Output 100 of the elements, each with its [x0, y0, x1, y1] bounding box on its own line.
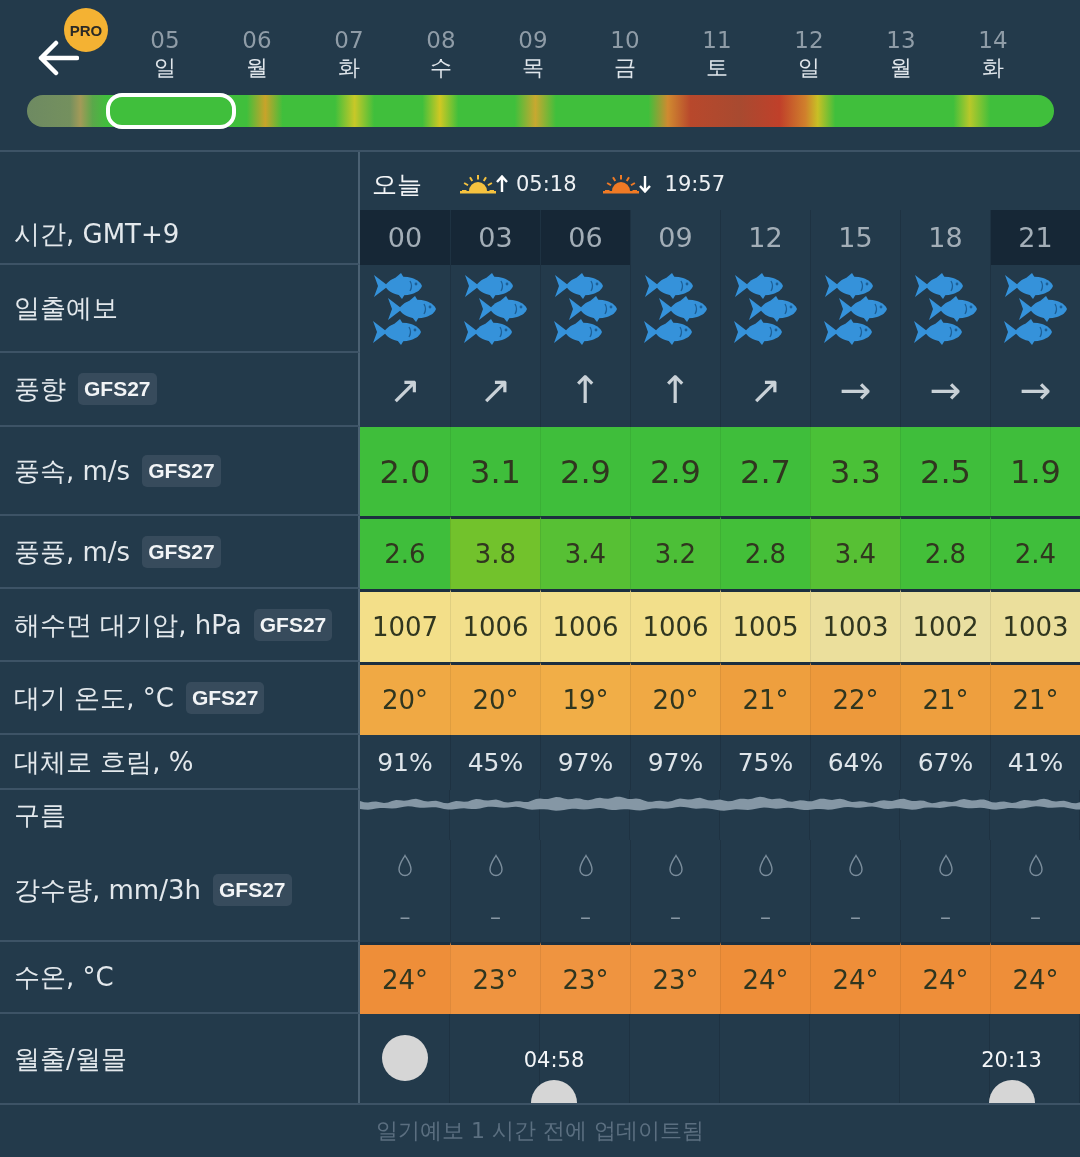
row-label: 구름	[14, 799, 66, 832]
table-cell: 2.8	[900, 516, 990, 589]
model-tag: GFS27	[185, 681, 265, 714]
table-cell: 64%	[810, 735, 900, 790]
day-tab[interactable]: 12 일	[763, 26, 855, 82]
row-label: 일출예보	[14, 292, 118, 325]
row-label: 풍향	[14, 373, 66, 406]
precipitation-amount: –	[670, 905, 681, 929]
table-cell: 20°	[450, 662, 540, 735]
precipitation-amount: –	[399, 905, 411, 929]
wind-direction-arrow: ↑	[569, 368, 602, 412]
moonset-time: 20:13	[981, 1047, 1042, 1074]
table-cell: 2.0	[360, 427, 450, 516]
raindrop-icon	[757, 854, 774, 878]
precipitation-amount: –	[1030, 905, 1041, 929]
row-label: 강수량, mm/3h	[14, 874, 201, 907]
table-cell: 41%	[990, 735, 1080, 790]
row-label: 대체로 흐림, %	[14, 745, 194, 779]
day-tab[interactable]: 05 일	[119, 26, 211, 82]
hour-cell: 06	[540, 210, 630, 265]
row-label: 수온, °C	[14, 961, 114, 994]
sunrise-time: 05:18	[516, 172, 577, 196]
raindrop-icon	[1027, 854, 1044, 878]
table-cell: 1006	[450, 589, 540, 662]
table-cell: 67%	[900, 735, 990, 790]
precipitation-amount: –	[850, 905, 861, 929]
table-cell: 24°	[720, 942, 810, 1014]
table-cell: 1003	[990, 589, 1080, 662]
wind-forecast-strip[interactable]	[27, 95, 1054, 127]
raindrop-icon	[487, 854, 504, 878]
table-cell: 23°	[630, 942, 720, 1014]
row-label: 풍풍, m/s	[14, 535, 131, 569]
table-cell: 24°	[900, 942, 990, 1014]
table-cell: 23°	[540, 942, 630, 1014]
table-cell: 21°	[990, 662, 1080, 735]
precipitation-amount: –	[760, 905, 771, 929]
raindrop-icon	[667, 854, 684, 878]
wind-direction-arrow: ↗	[479, 368, 512, 412]
moonrise-time: 04:58	[523, 1047, 585, 1074]
table-cell: 24°	[810, 942, 900, 1014]
wind-direction-arrow: ↑	[659, 368, 692, 412]
wind-direction-arrow: →	[1019, 368, 1052, 412]
day-tab[interactable]: 10 금	[579, 26, 671, 82]
table-cell: 2.5	[900, 427, 990, 516]
fish-school-icon	[823, 273, 888, 345]
model-tag: GFS27	[142, 535, 221, 568]
raindrop-icon	[397, 854, 413, 878]
model-tag: GFS27	[212, 874, 292, 906]
hour-cell: 00	[360, 210, 450, 265]
precipitation-amount: –	[940, 905, 951, 929]
row-label: 해수면 대기압, hPa	[14, 608, 242, 642]
wind-direction-arrow: ↗	[749, 368, 782, 412]
fish-school-icon	[733, 273, 798, 345]
fish-school-icon	[553, 273, 618, 345]
row-label: 풍속, m/s	[14, 454, 131, 488]
wind-direction-arrow: ↗	[389, 368, 421, 412]
raindrop-icon	[847, 854, 864, 878]
down-arrow-icon	[638, 175, 651, 193]
table-cell: 2.7	[720, 427, 810, 516]
table-cell: 3.4	[540, 516, 630, 589]
model-tag: GFS27	[253, 608, 333, 641]
table-cell: 1006	[540, 589, 630, 662]
fish-school-icon	[1003, 273, 1068, 345]
table-cell: 21°	[900, 662, 990, 735]
sunrise-icon	[460, 173, 496, 195]
fish-school-icon	[463, 273, 528, 345]
day-tab[interactable]: 06 월	[211, 26, 303, 82]
table-cell: 2.9	[540, 427, 630, 516]
model-tag: GFS27	[78, 373, 157, 405]
sunset-time: 19:57	[664, 172, 726, 196]
pro-badge[interactable]: PRO	[64, 8, 108, 52]
day-tab[interactable]: 08 수	[395, 26, 487, 82]
table-cell: 3.4	[810, 516, 900, 589]
table-cell: 1005	[720, 589, 810, 662]
day-tab[interactable]: 13 월	[855, 26, 947, 82]
moon-icon	[382, 1035, 428, 1081]
table-cell: 2.8	[720, 516, 810, 589]
moon-horizon-icon	[531, 1080, 577, 1103]
hour-cell: 03	[450, 210, 540, 265]
table-cell: 1007	[360, 589, 450, 662]
up-arrow-icon	[496, 175, 508, 193]
table-cell-text: 91%	[376, 747, 434, 779]
today-label: 오늘	[372, 168, 422, 201]
table-cell: 20°	[630, 662, 720, 735]
table-cell: 21°	[720, 662, 810, 735]
day-tab[interactable]: 11 토	[671, 26, 763, 82]
table-cell: 23°	[450, 942, 540, 1014]
wind-direction-arrow: →	[839, 368, 872, 412]
table-cell: 75%	[720, 735, 810, 790]
raindrop-icon	[577, 854, 594, 878]
table-cell: 1002	[900, 589, 990, 662]
fish-school-icon	[913, 273, 978, 345]
day-tab[interactable]: 07 화	[303, 26, 395, 82]
table-cell: 3.8	[450, 516, 540, 589]
hour-cell: 21	[990, 210, 1080, 265]
fish-school-icon	[373, 273, 437, 345]
precipitation-amount: –	[580, 905, 591, 929]
day-tab[interactable]: 14 화	[947, 26, 1039, 82]
day-tab[interactable]: 09 목	[487, 26, 579, 82]
precipitation-amount: –	[490, 905, 501, 929]
